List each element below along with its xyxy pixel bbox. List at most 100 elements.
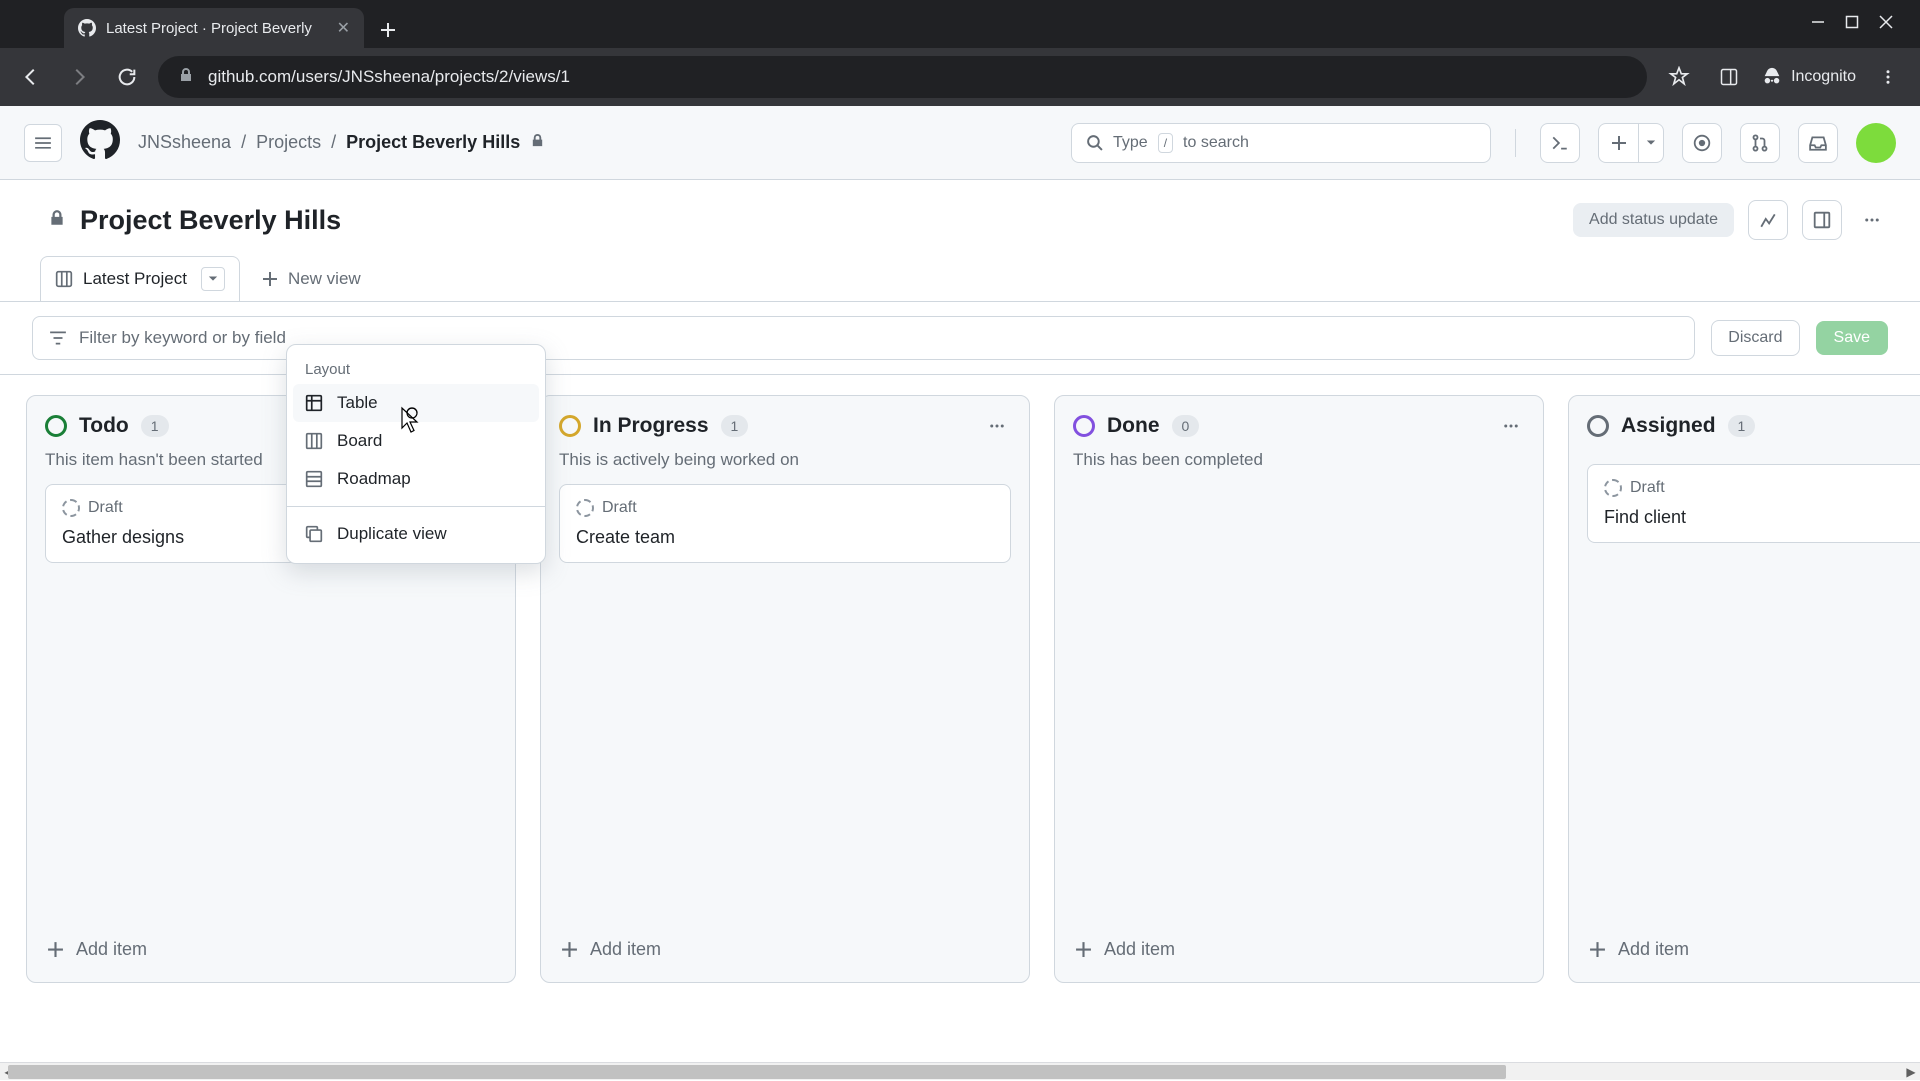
plus-icon	[561, 941, 578, 958]
search-input[interactable]: Type / to search	[1071, 123, 1491, 163]
column-done: Done 0 This has been completed Add item	[1054, 395, 1544, 983]
new-view-label: New view	[288, 269, 361, 289]
search-kbd: /	[1158, 133, 1173, 153]
window-controls	[1792, 0, 1912, 48]
column-description: This is actively being worked on	[559, 450, 1011, 470]
discard-button[interactable]: Discard	[1711, 320, 1799, 356]
forward-button[interactable]	[62, 60, 96, 94]
dropdown-item-label: Roadmap	[337, 469, 411, 489]
omnibox[interactable]: github.com/users/JNSsheena/projects/2/vi…	[158, 56, 1647, 98]
add-item-label: Add item	[1618, 939, 1689, 960]
plus-icon	[262, 271, 278, 287]
hamburger-button[interactable]	[24, 124, 62, 162]
horizontal-scrollbar[interactable]: ◀ ▶	[0, 1062, 1920, 1080]
inbox-button[interactable]	[1798, 123, 1838, 163]
create-new-dropdown[interactable]	[1598, 123, 1664, 163]
lock-icon	[48, 209, 66, 232]
draft-label: Draft	[602, 499, 637, 517]
add-item-button[interactable]: Add item	[1587, 933, 1920, 966]
column-menu-button[interactable]	[1497, 412, 1525, 440]
board-icon	[55, 270, 73, 288]
tab-title: Latest Project · Project Beverly	[106, 20, 327, 37]
save-button[interactable]: Save	[1816, 321, 1888, 355]
new-tab-button[interactable]	[370, 12, 406, 48]
column-title: Assigned	[1621, 414, 1716, 438]
pull-requests-button[interactable]	[1740, 123, 1780, 163]
add-item-button[interactable]: Add item	[559, 933, 1011, 966]
table-icon	[305, 394, 323, 412]
issues-button[interactable]	[1682, 123, 1722, 163]
bookmark-button[interactable]	[1661, 59, 1697, 95]
browser-menu-button[interactable]	[1870, 59, 1906, 95]
new-view-button[interactable]: New view	[246, 259, 377, 299]
back-button[interactable]	[14, 60, 48, 94]
close-tab-icon[interactable]: ✕	[337, 18, 350, 38]
view-options-dropdown: Layout Table Board Roadmap Duplicate vie…	[286, 344, 546, 564]
status-circle-icon	[45, 415, 67, 437]
view-tab-active[interactable]: Latest Project	[40, 256, 240, 301]
view-tabs: Latest Project New view	[0, 244, 1920, 301]
breadcrumb: JNSsheena / Projects / Project Beverly H…	[138, 132, 545, 153]
layout-table-option[interactable]: Table	[293, 384, 539, 422]
layout-board-option[interactable]: Board	[287, 422, 545, 460]
minimize-button[interactable]	[1810, 14, 1826, 35]
card[interactable]: Draft Find client	[1587, 464, 1920, 543]
add-item-label: Add item	[590, 939, 661, 960]
draft-label: Draft	[88, 499, 123, 517]
search-placeholder-post: to search	[1183, 134, 1249, 152]
column-title: Todo	[79, 414, 129, 438]
add-item-label: Add item	[1104, 939, 1175, 960]
breadcrumb-user[interactable]: JNSsheena	[138, 132, 231, 153]
project-details-button[interactable]	[1802, 200, 1842, 240]
github-header: JNSsheena / Projects / Project Beverly H…	[0, 106, 1920, 180]
add-item-button[interactable]: Add item	[45, 933, 497, 966]
site-favicon	[78, 19, 96, 37]
column-count: 1	[141, 415, 169, 437]
side-panel-button[interactable]	[1711, 59, 1747, 95]
add-status-update-button[interactable]: Add status update	[1573, 203, 1734, 237]
dropdown-section-label: Layout	[287, 355, 545, 384]
address-bar: github.com/users/JNSsheena/projects/2/vi…	[0, 48, 1920, 106]
project-menu-button[interactable]	[1856, 200, 1888, 240]
close-window-button[interactable]	[1878, 14, 1894, 35]
column-count: 1	[1728, 415, 1756, 437]
draft-icon	[62, 499, 80, 517]
browser-chrome: Latest Project · Project Beverly ✕ githu…	[0, 0, 1920, 106]
incognito-label: Incognito	[1791, 68, 1856, 86]
card[interactable]: Draft Create team	[559, 484, 1011, 563]
draft-icon	[1604, 479, 1622, 497]
insights-button[interactable]	[1748, 200, 1788, 240]
search-placeholder-pre: Type	[1113, 134, 1148, 152]
status-circle-icon	[559, 415, 581, 437]
breadcrumb-projects[interactable]: Projects	[256, 132, 321, 153]
status-circle-icon	[1073, 415, 1095, 437]
add-item-button[interactable]: Add item	[1073, 933, 1525, 966]
filter-icon	[49, 329, 67, 347]
scrollbar-thumb[interactable]	[8, 1065, 1506, 1079]
tab-strip: Latest Project · Project Beverly ✕	[0, 0, 1920, 48]
column-description: This has been completed	[1073, 450, 1525, 470]
layout-roadmap-option[interactable]: Roadmap	[287, 460, 545, 498]
browser-tab[interactable]: Latest Project · Project Beverly ✕	[64, 8, 364, 48]
column-menu-button[interactable]	[983, 412, 1011, 440]
scroll-right-button[interactable]: ▶	[1902, 1063, 1920, 1081]
roadmap-icon	[305, 470, 323, 488]
column-count: 1	[721, 415, 749, 437]
maximize-button[interactable]	[1844, 14, 1860, 35]
column-in-progress: In Progress 1 This is actively being wor…	[540, 395, 1030, 983]
card-title: Create team	[576, 527, 994, 548]
column-count: 0	[1172, 415, 1200, 437]
github-logo[interactable]	[80, 120, 120, 165]
avatar[interactable]	[1856, 123, 1896, 163]
add-item-label: Add item	[76, 939, 147, 960]
view-tab-caret[interactable]	[201, 267, 225, 291]
duplicate-view-option[interactable]: Duplicate view	[287, 515, 545, 553]
lock-icon	[530, 132, 545, 153]
filter-input[interactable]: Filter by keyword or by field	[32, 316, 1695, 360]
command-palette-button[interactable]	[1540, 123, 1580, 163]
plus-icon	[1589, 941, 1606, 958]
reload-button[interactable]	[110, 60, 144, 94]
breadcrumb-current[interactable]: Project Beverly Hills	[346, 132, 520, 153]
status-circle-icon	[1587, 415, 1609, 437]
url-text: github.com/users/JNSsheena/projects/2/vi…	[208, 67, 570, 87]
